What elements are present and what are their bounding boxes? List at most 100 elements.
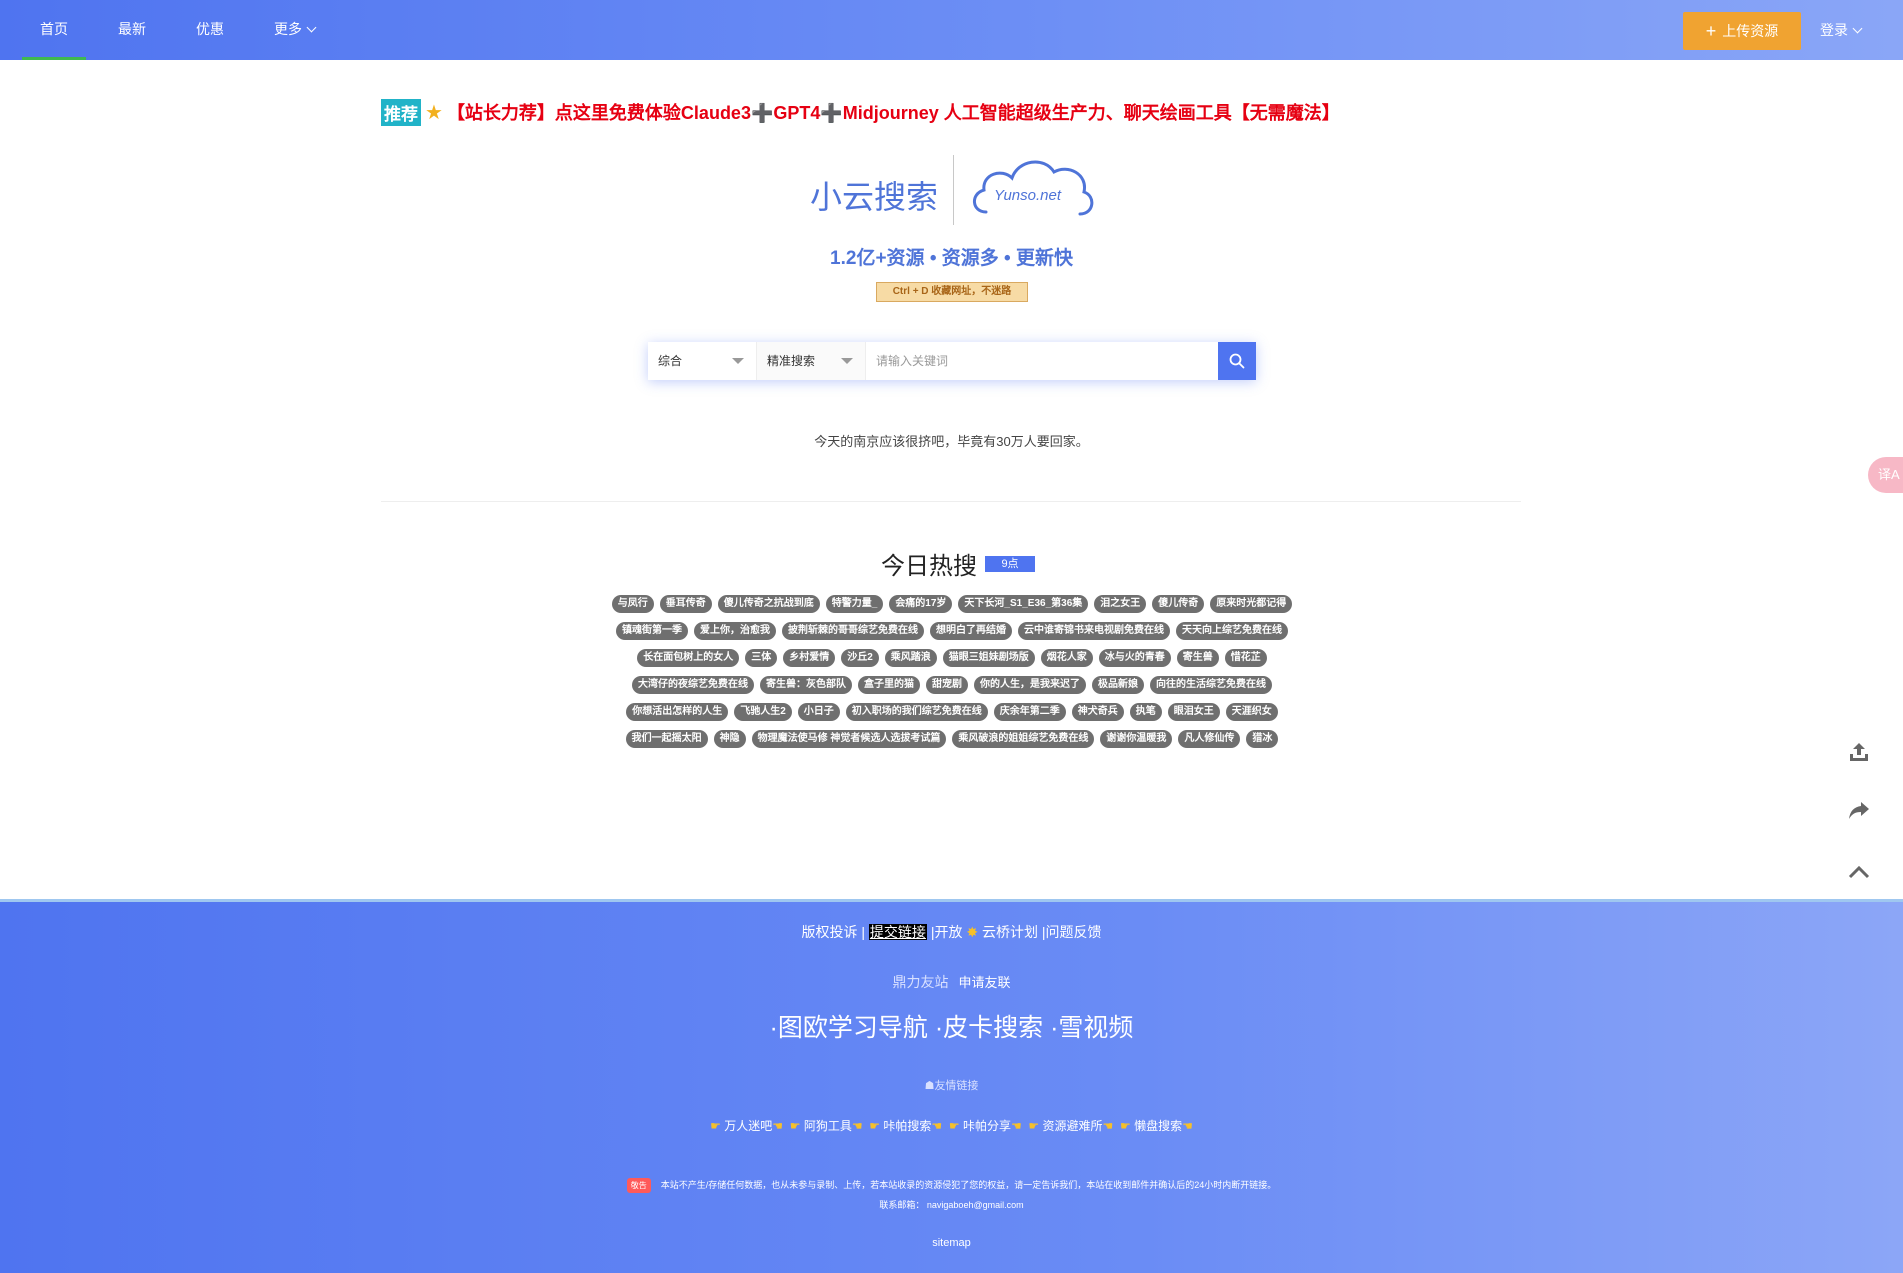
hot-search-tag[interactable]: 惜花芷 xyxy=(1224,649,1267,667)
friend-link-tuou[interactable]: ·图欧学习导航 xyxy=(770,1014,928,1042)
hot-search-tag[interactable]: 想明白了再结婚 xyxy=(930,622,1012,640)
nav-home[interactable]: 首页 xyxy=(22,0,86,60)
hot-search-tag[interactable]: 盒子里的猫 xyxy=(858,676,920,694)
hot-search-tag[interactable]: 云中谁寄锦书来电视剧免费在线 xyxy=(1018,622,1170,640)
friend-link-xue[interactable]: ·雪视频 xyxy=(1050,1014,1133,1042)
featured-friend-links: ·图欧学习导航 ·皮卡搜索 ·雪视频 xyxy=(0,1008,1903,1044)
hot-search-tag[interactable]: 爱上你，治愈我 xyxy=(694,622,776,640)
hot-search-tag[interactable]: 冰与火的青春 xyxy=(1098,649,1171,667)
hot-search-tag[interactable]: 寄生兽 xyxy=(1176,649,1219,667)
hot-search-tag[interactable]: 傻儿传奇 xyxy=(1152,595,1205,613)
back-to-top-button[interactable] xyxy=(1842,855,1876,889)
hot-search-tag[interactable]: 天下长河_S1_E36_第36集 xyxy=(958,595,1089,613)
email-address[interactable]: navigaboeh@gmail.com xyxy=(927,1200,1024,1210)
login-label: 登录 xyxy=(1820,22,1848,38)
hot-search-tag[interactable]: 你的人生，是我来迟了 xyxy=(974,676,1086,694)
friend-link-pika[interactable]: ·皮卡搜索 xyxy=(935,1014,1043,1042)
nav-latest[interactable]: 最新 xyxy=(100,0,164,60)
share-float-button[interactable] xyxy=(1842,793,1876,827)
friend-link-3[interactable]: 咔帕搜索 xyxy=(883,1119,931,1133)
hot-search-tag[interactable]: 沙丘2 xyxy=(841,649,879,667)
apply-link-button[interactable]: 申请友联 xyxy=(958,975,1010,990)
friend-link-4[interactable]: 咔帕分享 xyxy=(963,1119,1011,1133)
search-type-select[interactable]: 综合 xyxy=(648,342,757,380)
hot-tag-row: 我们一起摇太阳 神隐 物理魔法使马修 神觉者候选人选拔考试篇 乘风破浪的姐姐综艺免费在… xyxy=(623,730,1282,748)
friend-link-5[interactable]: 资源避难所 xyxy=(1043,1119,1103,1133)
search-button[interactable] xyxy=(1218,342,1256,380)
pointing-hand-icon: ☛ xyxy=(869,1119,881,1133)
bookmark-tip: Ctrl + D 收藏网址，不迷路 xyxy=(876,282,1028,302)
translate-side-button[interactable]: 译A xyxy=(1868,457,1903,493)
hot-search-tag[interactable]: 小日子 xyxy=(797,703,840,721)
search-input[interactable] xyxy=(866,342,1218,380)
site-footer: 版权投诉 | 提交链接 |开放 ✸ 云桥计划 |问题反馈 鼎力友站 申请友联 ·… xyxy=(0,899,1903,1273)
hot-search-tag[interactable]: 物理魔法使马修 神觉者候选人选拔考试篇 xyxy=(751,730,947,748)
site-tagline: 1.2亿+资源 • 资源多 • 更新快 xyxy=(830,248,1073,269)
login-menu[interactable]: 登录 xyxy=(1820,0,1863,60)
friend-links-list: ☛ 万人迷吧☚ ☛ 阿狗工具☚ ☛ 咔帕搜索☚ ☛ 咔帕分享☚ ☛ 资源避难所☚… xyxy=(0,1117,1903,1134)
hot-search-tag[interactable]: 谢谢你温暖我 xyxy=(1100,730,1173,748)
promo-link[interactable]: 【站长力荐】点这里免费体验Claude3➕GPT4➕Midjourney 人工智… xyxy=(447,99,1340,125)
footer-link-feedback[interactable]: 问题反馈 xyxy=(1046,924,1102,940)
hot-search-tag[interactable]: 披荆斩棘的哥哥综艺免费在线 xyxy=(782,622,924,640)
nav-deals[interactable]: 优惠 xyxy=(178,0,242,60)
search-mode-select[interactable]: 精准搜索 xyxy=(757,342,866,380)
top-navbar: 首页 最新 优惠 更多 + 上传资源 登录 xyxy=(0,0,1903,60)
hot-search-tag[interactable]: 天天向上综艺免费在线 xyxy=(1176,622,1288,640)
hot-search-tag[interactable]: 神犬奇兵 xyxy=(1071,703,1124,721)
hot-search-tag[interactable]: 三体 xyxy=(745,649,778,667)
hot-search-tag[interactable]: 乘风踏浪 xyxy=(884,649,937,667)
hot-search-tag[interactable]: 寄生兽：灰色部队 xyxy=(760,676,852,694)
hot-search-tag[interactable]: 与凤行 xyxy=(611,595,654,613)
site-logo-text: 小云搜索 xyxy=(810,179,939,215)
hot-search-tag[interactable]: 甜宠剧 xyxy=(926,676,968,694)
hot-search-tag[interactable]: 猎冰 xyxy=(1246,730,1279,748)
hot-search-tag[interactable]: 垂耳传奇 xyxy=(659,595,712,613)
hot-search-tag[interactable]: 特警力量_ xyxy=(825,595,884,613)
hot-search-tag[interactable]: 飞驰人生2 xyxy=(734,703,792,721)
hot-search-tag[interactable]: 我们一起摇太阳 xyxy=(625,730,708,748)
hot-search-tag[interactable]: 向往的生活综艺免费在线 xyxy=(1150,676,1272,694)
footer-link-submit[interactable]: 提交链接 xyxy=(868,924,927,940)
hot-search-tag[interactable]: 烟花人家 xyxy=(1040,649,1093,667)
friend-link-2[interactable]: 阿狗工具 xyxy=(804,1119,852,1133)
footer-link-copyright[interactable]: 版权投诉 xyxy=(802,924,858,940)
chevron-down-icon xyxy=(306,22,317,33)
hot-search-tag[interactable]: 镇魂街第一季 xyxy=(616,622,688,640)
hot-search-tag[interactable]: 泪之女王 xyxy=(1094,595,1147,613)
sitemap-link[interactable]: sitemap xyxy=(0,1237,1903,1249)
hot-search-tag[interactable]: 天涯织女 xyxy=(1225,703,1278,721)
hot-search-tag[interactable]: 执笔 xyxy=(1129,703,1162,721)
upload-float-button[interactable] xyxy=(1842,735,1876,769)
upload-resource-button[interactable]: + 上传资源 xyxy=(1683,12,1801,50)
upload-tray-icon xyxy=(1850,743,1868,761)
hot-search-tag[interactable]: 你想活出怎样的人生 xyxy=(626,703,729,721)
nav-more[interactable]: 更多 xyxy=(256,0,333,60)
hot-search-tag[interactable]: 乘风破浪的姐姐综艺免费在线 xyxy=(952,730,1095,748)
hot-search-tag[interactable]: 庆余年第二季 xyxy=(993,703,1066,721)
friend-link-1[interactable]: 万人迷吧 xyxy=(724,1119,772,1133)
footer-link-bridge[interactable]: 云桥计划 xyxy=(982,924,1038,940)
hot-search-tag[interactable]: 乡村爱情 xyxy=(783,649,836,667)
hot-search-tag[interactable]: 大湾仔的夜综艺免费在线 xyxy=(632,676,754,694)
pointing-hand-icon: ☚ xyxy=(1182,1119,1193,1133)
nav-latest-label: 最新 xyxy=(118,21,146,37)
hot-search-tag[interactable]: 凡人修仙传 xyxy=(1178,730,1241,748)
hot-search-tag[interactable]: 长在面包树上的女人 xyxy=(637,649,740,667)
hot-search-tag[interactable]: 极品新娘 xyxy=(1092,676,1144,694)
hot-search-tag[interactable]: 会痛的17岁 xyxy=(889,595,953,613)
pointing-hand-icon: ☚ xyxy=(1010,1119,1022,1133)
hot-search-title: 今日热搜 xyxy=(881,553,977,580)
footer-link-open[interactable]: 开放 xyxy=(934,924,962,940)
hot-search-tag[interactable]: 原来时光都记得 xyxy=(1210,595,1293,613)
promo-banner[interactable]: 推荐 ★ 【站长力荐】点这里免费体验Claude3➕GPT4➕Midjourne… xyxy=(381,98,1340,126)
hot-search-tag[interactable]: 神隐 xyxy=(713,730,746,748)
pointing-hand-icon: ☚ xyxy=(1102,1119,1114,1133)
hot-search-tag[interactable]: 猫眼三姐妹剧场版 xyxy=(942,649,1035,667)
search-mode-value: 精准搜索 xyxy=(767,354,816,368)
featured-friends-label: 鼎力友站 xyxy=(892,974,949,990)
hot-search-tag[interactable]: 眼泪女王 xyxy=(1167,703,1220,721)
hot-search-tag[interactable]: 傻儿传奇之抗战到底 xyxy=(717,595,820,613)
hot-search-tag[interactable]: 初入职场的我们综艺免费在线 xyxy=(845,703,988,721)
friend-link-6[interactable]: 懒盘搜索 xyxy=(1134,1119,1182,1133)
